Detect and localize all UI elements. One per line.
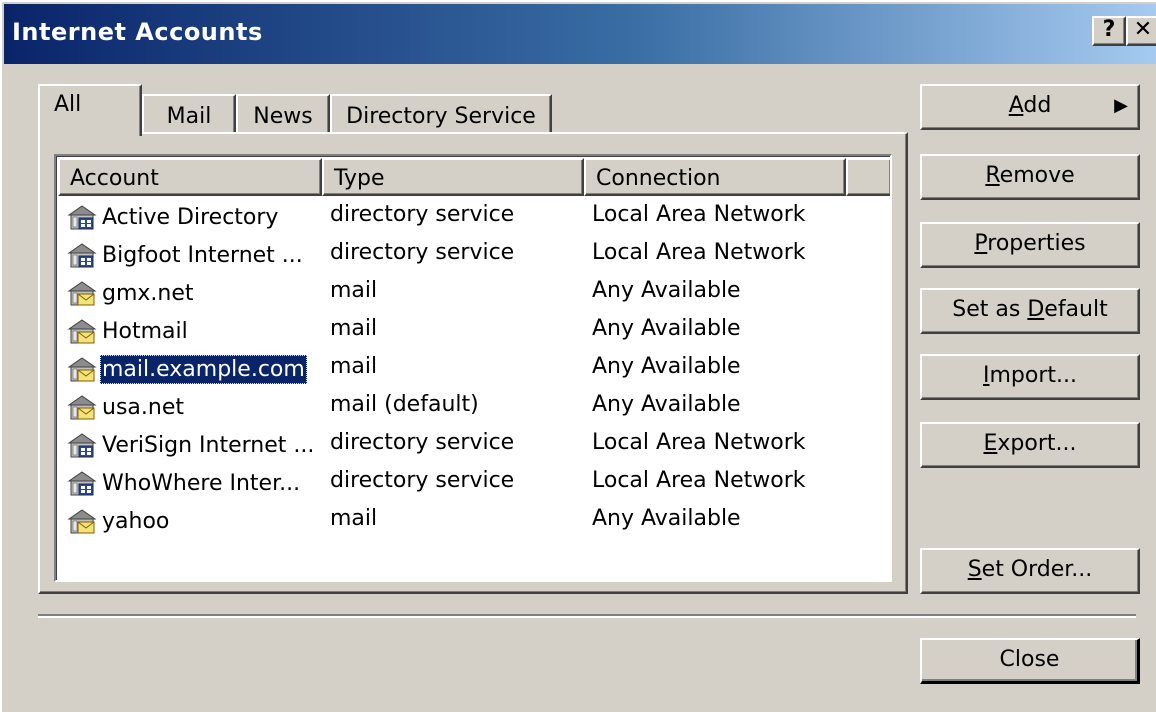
table-row[interactable]: Active Directory directory service Local A… — [58, 198, 888, 236]
account-cell[interactable]: mail.example.com — [66, 350, 307, 388]
table-row[interactable]: yahoo mail Any Available — [58, 502, 888, 540]
tab-label: News — [253, 104, 313, 129]
account-name: yahoo — [102, 508, 170, 534]
directory-service-icon — [66, 201, 98, 233]
window-title: Internet Accounts — [12, 18, 263, 46]
account-type: directory service — [330, 202, 515, 227]
tab-panel: Account Type Connection Active Directory… — [38, 132, 908, 594]
table-row[interactable]: mail.example.com mail Any Available — [58, 350, 888, 388]
tab-label: Directory Service — [346, 104, 536, 129]
import-button-label: Import... — [982, 363, 1077, 388]
account-type: mail (default) — [330, 392, 479, 417]
tab-directory-service[interactable]: Directory Service — [330, 94, 552, 134]
mail-account-icon — [66, 505, 98, 537]
account-type: directory service — [330, 240, 515, 265]
export-button-label: Export... — [983, 431, 1077, 456]
account-connection: Any Available — [592, 506, 741, 531]
accounts-list[interactable]: Account Type Connection Active Directory… — [54, 154, 892, 582]
help-button[interactable]: ? — [1092, 16, 1126, 46]
account-cell[interactable]: Bigfoot Internet ... — [66, 236, 305, 274]
remove-button-label: Remove — [985, 163, 1075, 188]
close-window-button[interactable]: ✕ — [1126, 16, 1156, 46]
account-cell[interactable]: usa.net — [66, 388, 186, 426]
set-as-default-button-label: Set as Default — [952, 297, 1108, 322]
table-row[interactable]: VeriSign Internet ... directory service Lo… — [58, 426, 888, 464]
close-button[interactable]: Close — [920, 638, 1140, 684]
tab-label: All — [54, 92, 82, 117]
account-name: mail.example.com — [100, 354, 307, 384]
add-button[interactable]: Add ▶ — [920, 84, 1140, 130]
tab-all[interactable]: All — [38, 84, 142, 136]
account-type: directory service — [330, 468, 515, 493]
account-connection: Local Area Network — [592, 468, 806, 493]
account-name: Hotmail — [102, 318, 188, 344]
tab-mail[interactable]: Mail — [142, 94, 236, 134]
account-cell[interactable]: Hotmail — [66, 312, 190, 350]
table-row[interactable]: Bigfoot Internet ... directory service Loc… — [58, 236, 888, 274]
account-name: VeriSign Internet ... — [102, 432, 315, 458]
list-header: Account Type Connection — [58, 158, 890, 196]
set-order-button[interactable]: Set Order... — [920, 548, 1140, 594]
mail-account-icon — [66, 315, 98, 347]
account-cell[interactable]: Active Directory — [66, 198, 280, 236]
remove-button[interactable]: Remove — [920, 154, 1140, 200]
directory-service-icon — [66, 429, 98, 461]
arrow-right-icon: ▶ — [1114, 95, 1128, 116]
table-row[interactable]: Hotmail mail Any Available — [58, 312, 888, 350]
column-header-account[interactable]: Account — [58, 158, 322, 196]
account-type: directory service — [330, 430, 515, 455]
properties-button[interactable]: Properties — [920, 222, 1140, 268]
title-bar[interactable]: Internet Accounts ? ✕ — [4, 4, 1156, 64]
account-type: mail — [330, 278, 378, 303]
account-name: Active Directory — [102, 204, 279, 230]
account-name: gmx.net — [102, 280, 194, 306]
table-row[interactable]: WhoWhere Inter... directory service Local … — [58, 464, 888, 502]
directory-service-icon — [66, 467, 98, 499]
account-cell[interactable]: yahoo — [66, 502, 171, 540]
table-row[interactable]: gmx.net mail Any Available — [58, 274, 888, 312]
account-connection: Local Area Network — [592, 430, 806, 455]
account-connection: Any Available — [592, 354, 741, 379]
account-type: mail — [330, 316, 378, 341]
set-order-button-label: Set Order... — [967, 557, 1093, 582]
column-header-connection[interactable]: Connection — [584, 158, 846, 196]
account-type: mail — [330, 354, 378, 379]
account-connection: Any Available — [592, 392, 741, 417]
add-button-label: Add — [1008, 93, 1052, 118]
account-cell[interactable]: WhoWhere Inter... — [66, 464, 302, 502]
account-connection: Any Available — [592, 278, 741, 303]
directory-service-icon — [66, 239, 98, 271]
set-as-default-button[interactable]: Set as Default — [920, 288, 1140, 334]
account-connection: Any Available — [592, 316, 741, 341]
internet-accounts-dialog: Internet Accounts ? ✕ Mail News Director… — [0, 0, 1156, 712]
table-row[interactable]: usa.net mail (default) Any Available — [58, 388, 888, 426]
column-header-blank[interactable] — [846, 158, 890, 196]
export-button[interactable]: Export... — [920, 422, 1140, 468]
mail-account-icon — [66, 277, 98, 309]
tab-label: Mail — [166, 104, 212, 129]
column-header-type[interactable]: Type — [322, 158, 584, 196]
account-connection: Local Area Network — [592, 240, 806, 265]
mail-account-icon — [66, 391, 98, 423]
account-cell[interactable]: VeriSign Internet ... — [66, 426, 316, 464]
separator-line — [38, 614, 1136, 618]
account-cell[interactable]: gmx.net — [66, 274, 196, 312]
tab-news[interactable]: News — [236, 94, 330, 134]
mail-account-icon — [66, 353, 98, 385]
import-button[interactable]: Import... — [920, 354, 1140, 400]
account-name: Bigfoot Internet ... — [102, 242, 303, 268]
properties-button-label: Properties — [974, 231, 1086, 256]
account-type: mail — [330, 506, 378, 531]
account-connection: Local Area Network — [592, 202, 806, 227]
account-name: WhoWhere Inter... — [102, 470, 301, 496]
account-name: usa.net — [102, 394, 184, 420]
